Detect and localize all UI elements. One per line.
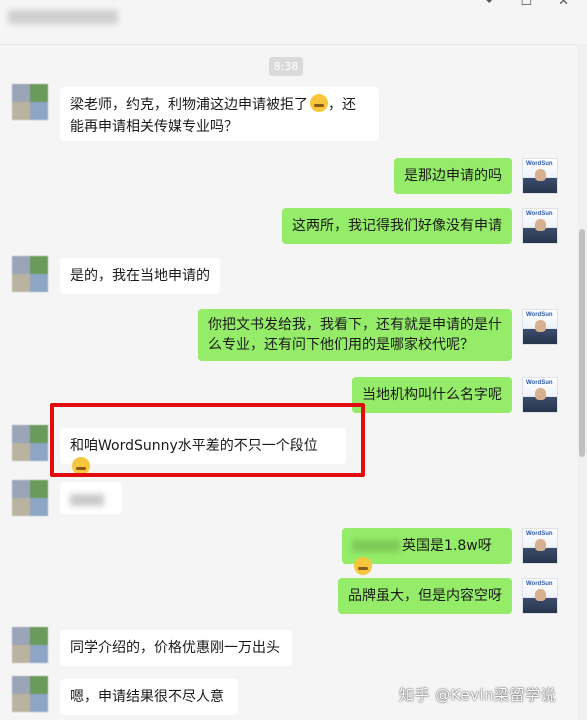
message-bubble: 同学介绍的，价格优惠刚一万出头	[60, 630, 292, 666]
chat-scrollbar[interactable]	[577, 44, 587, 720]
message-bubble: 当地机构叫什么名字呢	[352, 377, 512, 413]
avatar-logo: WordSun	[526, 581, 553, 587]
redacted-text	[70, 494, 104, 506]
contact-avatar[interactable]	[12, 627, 48, 663]
contact-avatar[interactable]	[12, 676, 48, 712]
close-icon[interactable]: ✕	[558, 0, 569, 9]
highlight-box	[50, 403, 365, 477]
message-text: 同学介绍的，价格优惠刚一万出头	[70, 640, 280, 656]
message-bubble: 嗯，申请结果很不尽人意	[60, 679, 238, 715]
contact-name-redacted	[8, 10, 118, 24]
watermark: 知乎 @Kevin梁留学说	[399, 686, 557, 704]
message-text: 你把文书发给我，我看下，还有就是申请的是什么专业，还有问下他们用的是哪家校代呢？	[208, 317, 502, 353]
my-avatar[interactable]: WordSun	[522, 208, 558, 244]
avatar-face	[535, 589, 546, 601]
message-bubble: 这两所，我记得我们好像没有申请	[282, 208, 512, 244]
scroll-thumb[interactable]	[579, 229, 585, 457]
avatar-logo: WordSun	[526, 161, 553, 167]
message-text: 品牌虽大，但是内容空呀	[348, 588, 502, 604]
avatar-face	[535, 169, 546, 181]
my-avatar[interactable]: WordSun	[522, 377, 558, 413]
message-bubble: 你把文书发给我，我看下，还有就是申请的是什么专业，还有问下他们用的是哪家校代呢？	[198, 309, 512, 361]
my-avatar[interactable]: WordSun	[522, 158, 558, 194]
message-bubble: 品牌虽大，但是内容空呀	[338, 578, 512, 614]
contact-avatar[interactable]	[12, 256, 48, 292]
message-text: 这两所，我记得我们好像没有申请	[292, 218, 502, 234]
avatar-logo: WordSun	[526, 531, 553, 537]
message-text: 当地机构叫什么名字呢	[362, 387, 502, 403]
avatar-face	[535, 219, 546, 231]
avatar-logo: WordSun	[526, 312, 553, 318]
message-text: 英国是1.8w呀	[402, 538, 492, 554]
my-avatar[interactable]: WordSun	[522, 578, 558, 614]
avatar-face	[535, 539, 546, 551]
contact-avatar[interactable]	[12, 84, 48, 120]
message-bubble	[60, 482, 122, 514]
redacted-text	[352, 540, 400, 552]
avatar-logo: WordSun	[526, 380, 553, 386]
message-text: 嗯，申请结果很不尽人意	[70, 689, 224, 705]
message-bubble: 是的，我在当地申请的	[60, 258, 220, 294]
avatar-face	[535, 320, 546, 332]
message-text: 梁老师，约克，利物浦这边申请被拒了	[70, 97, 308, 113]
message-bubble: 梁老师，约克，利物浦这边申请被拒了 ，还能再申请相关传媒专业吗？	[60, 87, 379, 141]
message-bubble: 是那边申请的吗	[394, 158, 512, 194]
message-bubble: 英国是1.8w呀	[342, 528, 512, 575]
contact-avatar[interactable]	[12, 480, 48, 516]
maximize-icon[interactable]: ☐	[520, 0, 532, 9]
my-avatar[interactable]: WordSun	[522, 528, 558, 564]
message-text: 是那边申请的吗	[404, 168, 502, 184]
minimize-icon[interactable]: ⏷	[484, 0, 494, 9]
my-avatar[interactable]: WordSun	[522, 309, 558, 345]
avatar-face	[535, 388, 546, 400]
window-controls: ⏷ ☐ ✕	[484, 0, 569, 9]
message-text: 是的，我在当地申请的	[70, 268, 210, 284]
crying-emoji-icon	[354, 557, 372, 575]
chat-title-bar: ⏷ ☐ ✕	[0, 0, 587, 45]
contact-avatar[interactable]	[12, 425, 48, 461]
message-timestamp: 8:38	[269, 57, 303, 76]
avatar-logo: WordSun	[526, 211, 553, 217]
sweat-smile-emoji-icon	[310, 94, 328, 112]
